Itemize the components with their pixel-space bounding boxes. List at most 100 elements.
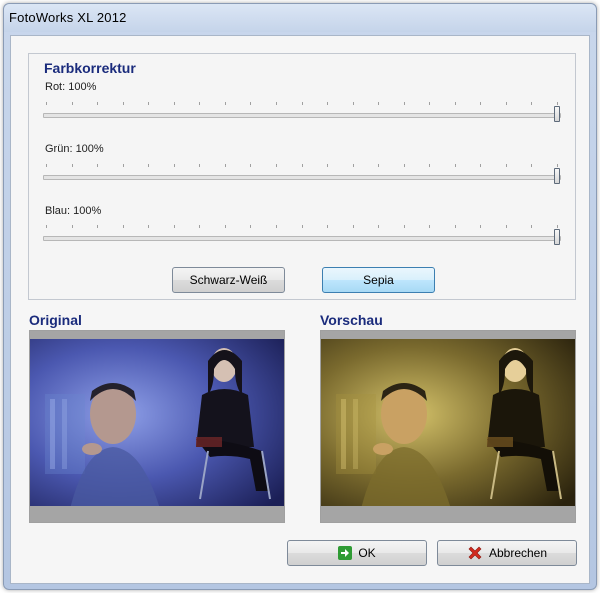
red-slider-label: Rot: 100% [45,81,97,93]
slider-tick [455,164,456,167]
slider-tick [455,102,456,105]
slider-tick [72,102,73,105]
slider-track[interactable] [43,236,561,241]
original-title: Original [29,312,82,328]
slider-tick [557,225,558,228]
slider-tick [46,225,47,228]
slider-thumb[interactable] [554,168,560,184]
cancel-button-label: Abbrechen [488,546,548,560]
title-bar[interactable]: FotoWorks XL 2012 [4,4,596,32]
slider-ticks [43,102,561,108]
slider-tick [148,164,149,167]
slider-tick [404,164,405,167]
slider-tick [480,164,481,167]
slider-tick [353,164,354,167]
slider-thumb[interactable] [554,106,560,122]
slider-tick [72,225,73,228]
dialog-client-area: Farbkorrektur Rot: 100% Grün: 100% Blau:… [10,35,590,584]
slider-tick [174,164,175,167]
slider-tick [531,164,532,167]
blue-slider-label: Blau: 100% [45,205,102,217]
slider-tick [557,102,558,105]
slider-tick [174,225,175,228]
color-correction-title: Farbkorrektur [44,60,136,76]
slider-track[interactable] [43,175,561,180]
arrow-right-icon [338,546,353,560]
image-top-band [321,331,575,339]
slider-tick [506,102,507,105]
black-white-button[interactable]: Schwarz-Weiß [172,267,285,293]
image-bottom-band [321,514,575,522]
sepia-button[interactable]: Sepia [322,267,435,293]
slider-tick [276,225,277,228]
image-bottom-band [30,514,284,522]
window-title: FotoWorks XL 2012 [9,10,127,25]
ok-button-label: OK [358,546,376,560]
slider-tick [531,225,532,228]
slider-tick [276,164,277,167]
slider-tick [327,102,328,105]
slider-tick [353,225,354,228]
slider-tick [250,102,251,105]
slider-tick [46,164,47,167]
slider-tick [506,225,507,228]
slider-tick [404,102,405,105]
green-slider-label: Grün: 100% [45,143,104,155]
green-slider[interactable] [43,164,561,190]
original-photo-image [30,339,284,506]
color-correction-group: Farbkorrektur Rot: 100% Grün: 100% Blau:… [28,53,576,300]
close-icon [467,545,483,561]
slider-tick [199,102,200,105]
slider-tick [276,102,277,105]
slider-tick [378,102,379,105]
slider-tick [506,164,507,167]
slider-tick [557,164,558,167]
blue-slider[interactable] [43,225,561,251]
slider-tick [455,225,456,228]
preview-photo-image [321,339,575,506]
slider-tick [429,164,430,167]
slider-tick [327,164,328,167]
slider-ticks [43,225,561,231]
slider-tick [199,225,200,228]
slider-tick [225,102,226,105]
ok-button[interactable]: OK [287,540,427,566]
slider-tick [148,102,149,105]
slider-tick [302,225,303,228]
image-top-band [30,331,284,339]
slider-tick [199,164,200,167]
slider-tick [46,102,47,105]
slider-tick [123,164,124,167]
slider-tick [97,102,98,105]
slider-tick [327,225,328,228]
slider-tick [225,164,226,167]
slider-tick [97,164,98,167]
slider-ticks [43,164,561,170]
slider-tick [225,225,226,228]
slider-tick [480,102,481,105]
slider-tick [250,164,251,167]
slider-tick [353,102,354,105]
slider-tick [378,225,379,228]
slider-tick [123,102,124,105]
slider-tick [429,102,430,105]
preview-image-panel [320,330,576,523]
slider-tick [123,225,124,228]
original-photo [30,339,284,506]
cancel-button[interactable]: Abbrechen [437,540,577,566]
slider-tick [302,164,303,167]
dialog-window: FotoWorks XL 2012 Farbkorrektur Rot: 100… [3,3,597,590]
original-image-panel [29,330,285,523]
slider-tick [302,102,303,105]
red-slider[interactable] [43,102,561,128]
preview-photo [321,339,575,506]
slider-thumb[interactable] [554,229,560,245]
slider-tick [250,225,251,228]
slider-tick [174,102,175,105]
slider-tick [429,225,430,228]
slider-tick [97,225,98,228]
slider-track[interactable] [43,113,561,118]
slider-tick [148,225,149,228]
slider-tick [378,164,379,167]
preview-title: Vorschau [320,312,383,328]
